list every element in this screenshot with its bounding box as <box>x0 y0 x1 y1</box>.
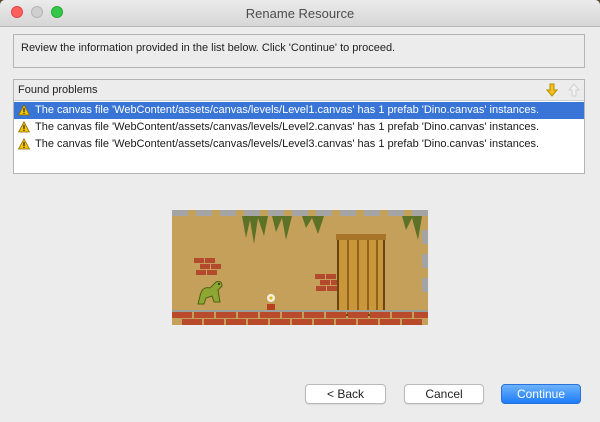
previous-problem-icon[interactable] <box>566 82 582 98</box>
found-problems-panel: Found problems The canvas file 'WebConte… <box>13 79 585 174</box>
warning-icon <box>18 121 30 133</box>
cancel-button[interactable]: Cancel <box>404 384 484 404</box>
next-problem-icon[interactable] <box>544 82 560 98</box>
window-title: Rename Resource <box>245 6 355 21</box>
list-item[interactable]: The canvas file 'WebContent/assets/canva… <box>14 102 584 119</box>
continue-button[interactable]: Continue <box>501 384 581 404</box>
found-problems-header: Found problems <box>14 80 584 101</box>
title-bar: Rename Resource <box>0 0 600 27</box>
warning-icon <box>18 138 30 150</box>
rename-resource-dialog: Rename Resource Review the information p… <box>0 0 600 422</box>
info-message: Review the information provided in the l… <box>21 42 396 54</box>
back-button[interactable]: < Back <box>305 384 386 404</box>
warning-icon <box>18 104 30 116</box>
list-item[interactable]: The canvas file 'WebContent/assets/canva… <box>14 119 584 136</box>
problem-message: The canvas file 'WebContent/assets/canva… <box>35 121 540 133</box>
list-item[interactable]: The canvas file 'WebContent/assets/canva… <box>14 136 584 153</box>
level-preview-image <box>172 210 428 325</box>
problems-list: The canvas file 'WebContent/assets/canva… <box>14 102 584 153</box>
problem-message: The canvas file 'WebContent/assets/canva… <box>35 104 540 116</box>
found-problems-label: Found problems <box>18 84 98 96</box>
problem-message: The canvas file 'WebContent/assets/canva… <box>35 138 540 150</box>
info-message-box: Review the information provided in the l… <box>13 34 585 68</box>
